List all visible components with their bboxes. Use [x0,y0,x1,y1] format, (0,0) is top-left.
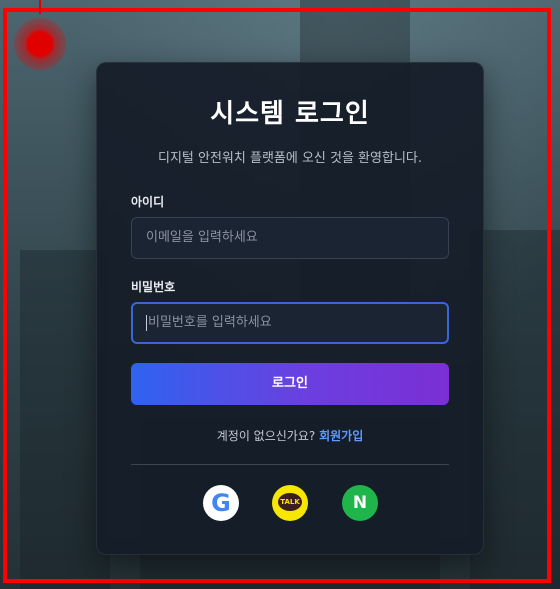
password-input-placeholder: 비밀번호를 입력하세요 [148,315,272,330]
signup-link[interactable]: 회원가입 [319,429,363,443]
login-button[interactable]: 로그인 [131,363,449,405]
welcome-subtitle: 디지털 안전워치 플랫폼에 오신 것을 환영합니다. [158,151,422,166]
naver-icon: N [352,493,368,513]
kakao-talk-icon: TALK [278,493,302,511]
google-login-button[interactable]: G [203,485,239,521]
login-card: 시스템 로그인 디지털 안전워치 플랫폼에 오신 것을 환영합니다. 아이디 이… [96,62,484,555]
divider [131,464,449,465]
signup-prompt: 계정이 없으신가요? [216,429,316,443]
id-input[interactable]: 이메일을 입력하세요 [131,217,449,259]
text-caret [146,314,147,331]
google-icon: G [211,489,231,517]
id-label: 아이디 [131,195,165,209]
page-title: 시스템 로그인 [210,99,370,129]
id-input-placeholder: 이메일을 입력하세요 [146,230,258,245]
kakao-login-button[interactable]: TALK [272,485,308,521]
password-label: 비밀번호 [131,280,176,294]
cursor-tail [39,0,41,14]
naver-login-button[interactable]: N [342,485,378,521]
cursor-indicator-icon [16,20,64,68]
signup-row: 계정이 없으신가요? 회원가입 [97,427,483,444]
password-input[interactable]: 비밀번호를 입력하세요 [131,302,449,344]
